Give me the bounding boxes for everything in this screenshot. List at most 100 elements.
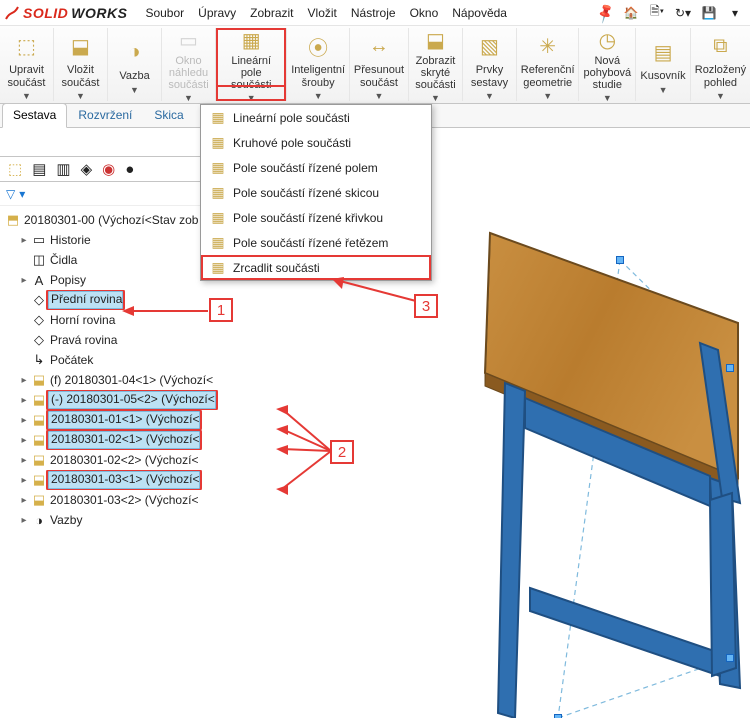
- tree-item-label: (f) 20180301-04<1> (Výchozí<: [48, 373, 213, 387]
- tree-item[interactable]: ▸⬓(f) 20180301-04<1> (Výchozí<: [4, 370, 280, 390]
- dropdown-item[interactable]: ▦Pole součástí řízené polem: [201, 155, 431, 180]
- tree-item[interactable]: ◇Pravá rovina: [4, 330, 280, 350]
- ribbon-label: Kusovník: [640, 70, 685, 82]
- menu-item[interactable]: Okno: [406, 4, 443, 22]
- ribbon-button[interactable]: ⦿Inteligentníšrouby▼: [287, 28, 349, 101]
- tree-item[interactable]: ▸◑Vazby: [4, 510, 280, 530]
- ribbon-button[interactable]: ▧Prvkysestavy▼: [463, 28, 517, 101]
- expand-icon[interactable]: ▸: [18, 415, 30, 426]
- panel-tb-icon[interactable]: ◉: [102, 160, 115, 178]
- ribbon-button[interactable]: ▦Lineární polesoučásti▼: [216, 28, 287, 101]
- ribbon-icon: ◑: [119, 36, 151, 68]
- tree-item[interactable]: ▸⬓20180301-03<2> (Výchozí<: [4, 490, 280, 510]
- ribbon-icon: ▧: [473, 30, 505, 62]
- brand-suffix: WORKS: [71, 5, 127, 21]
- dropdown-item[interactable]: ▦Pole součástí řízené skicou: [201, 180, 431, 205]
- expand-icon[interactable]: ▸: [18, 495, 30, 506]
- panel-tb-icon[interactable]: ▥: [56, 160, 70, 178]
- tree-item-label: Popisy: [48, 273, 86, 287]
- panel-tb-icon[interactable]: ⬚: [8, 160, 22, 178]
- tab-skica[interactable]: Skica: [143, 103, 194, 128]
- tree-item-icon: ◇: [30, 332, 48, 348]
- dropdown-item[interactable]: ▦Pole součástí řízené řetězem: [201, 230, 431, 255]
- ribbon-icon: ⬚: [11, 30, 43, 62]
- ribbon-icon: ◷: [591, 28, 623, 53]
- tree-item[interactable]: ↳Počátek: [4, 350, 280, 370]
- menu-item[interactable]: Nástroje: [347, 4, 400, 22]
- tab-rozvrzeni[interactable]: Rozvržení: [67, 103, 143, 128]
- menu-item[interactable]: Vložit: [304, 4, 341, 22]
- panel-tb-icon[interactable]: ▤: [32, 160, 46, 178]
- brand-prefix: SOLID: [23, 5, 68, 21]
- panel-tb-icon[interactable]: ●: [125, 161, 134, 178]
- dropdown-icon[interactable]: ▾: [724, 2, 746, 24]
- ribbon-button[interactable]: ✳Referenčnígeometrie▼: [517, 28, 579, 101]
- ribbon-label: Vazba: [119, 70, 149, 82]
- expand-icon[interactable]: ▸: [18, 395, 30, 406]
- tree-item-icon: A: [30, 273, 48, 288]
- ribbon-button[interactable]: ◑ Vazba ▼: [108, 28, 162, 101]
- tree-item-icon: ↳: [30, 352, 48, 368]
- menu-item[interactable]: Zobrazit: [246, 4, 297, 22]
- ribbon-button[interactable]: ⬓Zobrazitskrytésoučásti▼: [409, 28, 463, 101]
- home-icon[interactable]: 🏠: [620, 2, 642, 24]
- expand-icon[interactable]: ▸: [18, 375, 30, 386]
- tree-item[interactable]: ▸⬓20180301-02<1> (Výchozí<: [4, 430, 280, 450]
- dropdown-item[interactable]: ▦Lineární pole součásti: [201, 105, 431, 130]
- revolve-icon[interactable]: ↻▾: [672, 2, 694, 24]
- chevron-down-icon: ▼: [543, 91, 552, 101]
- pin-icon[interactable]: 📌: [590, 0, 620, 28]
- plane-anchor[interactable]: [726, 364, 734, 372]
- file-icon[interactable]: 🗎▾: [646, 2, 668, 24]
- dropdown-item[interactable]: ▦Kruhové pole součásti: [201, 130, 431, 155]
- expand-icon[interactable]: ▸: [18, 455, 30, 466]
- filter-icon[interactable]: ▽: [6, 187, 15, 201]
- tab-sestava[interactable]: Sestava: [2, 103, 67, 128]
- ribbon-button[interactable]: ▤Kusovník▼: [636, 28, 691, 101]
- panel-tb-icon[interactable]: ◈: [81, 160, 93, 178]
- ribbon-icon: ▭: [173, 28, 205, 53]
- plane-anchor[interactable]: [616, 256, 624, 264]
- ribbon-label: Přesunoutsoučást: [354, 64, 404, 88]
- ribbon-button[interactable]: ◷Novápohybovástudie▼: [579, 28, 636, 101]
- ribbon-button[interactable]: ⬓Vložitsoučást▼: [54, 28, 108, 101]
- tree-item-label: Horní rovina: [48, 313, 115, 327]
- expand-icon[interactable]: ▸: [18, 515, 30, 526]
- tree-item-label: 20180301-03<1> (Výchozí<: [48, 471, 200, 489]
- ribbon-button[interactable]: ⧉Rozloženýpohled▼: [691, 28, 750, 101]
- menu-bar: Soubor Úpravy Zobrazit Vložit Nástroje O…: [141, 4, 511, 22]
- tree-item-label: (-) 20180301-05<2> (Výchozí<: [48, 391, 216, 409]
- dropdown-item-label: Pole součástí řízené křivkou: [229, 211, 383, 225]
- tree-item[interactable]: ▸⬓20180301-02<2> (Výchozí<: [4, 450, 280, 470]
- dropdown-strip[interactable]: [216, 85, 286, 101]
- ribbon-label: Rozloženýpohled: [695, 64, 746, 88]
- ribbon-button[interactable]: ↔Přesunoutsoučást▼: [350, 28, 409, 101]
- menu-item[interactable]: Soubor: [141, 4, 188, 22]
- expand-icon[interactable]: ▸: [18, 235, 30, 246]
- dropdown-item-label: Pole součástí řízené skicou: [229, 186, 379, 200]
- ribbon-icon: ✳: [532, 30, 564, 62]
- tree-item-label: Přední rovina: [48, 291, 123, 309]
- tree-item-icon: ⬓: [30, 412, 48, 428]
- tree-item[interactable]: ▸⬓20180301-01<1> (Výchozí<: [4, 410, 280, 430]
- expand-icon[interactable]: ▸: [18, 435, 30, 446]
- tree-item[interactable]: ▸⬓(-) 20180301-05<2> (Výchozí<: [4, 390, 280, 410]
- expand-icon[interactable]: ▸: [18, 475, 30, 486]
- assembly-icon: ⬒: [4, 212, 22, 228]
- ribbon-button: ▭Oknonáhledusoučásti▼: [162, 28, 216, 101]
- menu-item[interactable]: Nápověda: [448, 4, 511, 22]
- chevron-down-icon: ▼: [130, 85, 139, 95]
- ribbon-button[interactable]: ⬚Upravitsoučást▼: [0, 28, 54, 101]
- save-icon[interactable]: 💾: [698, 2, 720, 24]
- dropdown-item-label: Kruhové pole součásti: [229, 136, 351, 150]
- ribbon-label: Zobrazitskrytésoučásti: [415, 55, 455, 91]
- expand-icon[interactable]: ▸: [18, 275, 30, 286]
- plane-anchor[interactable]: [554, 714, 562, 718]
- dropdown-item[interactable]: ▦Pole součástí řízené křivkou: [201, 205, 431, 230]
- plane-anchor[interactable]: [726, 654, 734, 662]
- tree-item[interactable]: ▸⬓20180301-03<1> (Výchozí<: [4, 470, 280, 490]
- chevron-down-icon: ▼: [485, 91, 494, 101]
- menu-item[interactable]: Úpravy: [194, 4, 240, 22]
- pattern-icon: ▦: [207, 209, 229, 226]
- tree-item-label: Vazby: [48, 513, 82, 527]
